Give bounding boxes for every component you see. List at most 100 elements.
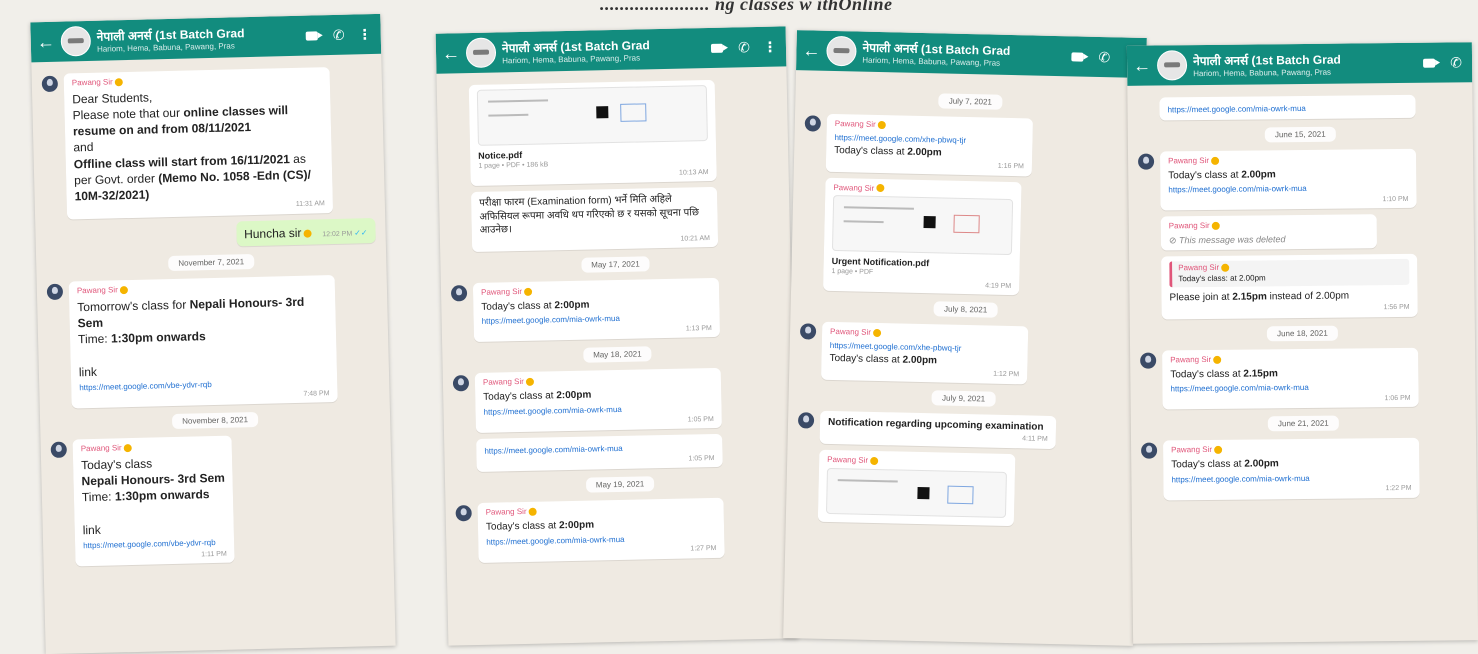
document-message-bubble[interactable]: Pawang Sir Urgent Notification.pdf 1 pag… bbox=[823, 177, 1022, 296]
class-time: 2.00pm bbox=[907, 146, 942, 159]
message-text: Dear Students, bbox=[72, 90, 153, 107]
back-arrow-icon[interactable]: ← bbox=[1133, 56, 1151, 76]
message-text-bold: 1:30pm onwards bbox=[110, 329, 206, 346]
sender-avatar[interactable] bbox=[804, 115, 822, 132]
group-avatar[interactable] bbox=[1156, 50, 1188, 81]
message-bubble[interactable]: Pawang Sir https://meet.google.com/xhe-p… bbox=[821, 322, 1029, 385]
sender-avatar[interactable] bbox=[799, 323, 817, 340]
message-row: Pawang Sir Urgent Notification.pdf 1 pag… bbox=[823, 177, 1134, 298]
sender-name: Pawang Sir bbox=[830, 327, 872, 338]
document-message-bubble[interactable]: Pawang Sir bbox=[817, 449, 1016, 526]
class-time: 2.00pm bbox=[1244, 458, 1279, 470]
message-text: link bbox=[78, 364, 98, 379]
meet-link[interactable]: https://meet.google.com/mia-owrk-mua bbox=[1168, 103, 1408, 116]
chat-header-info[interactable]: नेपाली अनर्स (1st Batch Grad Hariom, Hem… bbox=[862, 39, 1063, 70]
chat-header-info[interactable]: नेपाली अनर्स (1st Batch Grad Hariom, Hem… bbox=[96, 23, 297, 54]
quoted-sender: Pawang Sir bbox=[1178, 263, 1220, 273]
class-time: 2:00pm bbox=[558, 519, 595, 532]
message-list[interactable]: https://meet.google.com/mia-owrk-mua Jun… bbox=[1127, 82, 1476, 512]
sender-avatar[interactable] bbox=[1138, 153, 1155, 170]
sender-avatar[interactable] bbox=[1141, 442, 1158, 460]
sender-avatar[interactable] bbox=[797, 412, 815, 429]
emoji-icon bbox=[303, 229, 312, 238]
message-time: 1:56 PM bbox=[1383, 304, 1410, 312]
back-arrow-icon[interactable]: ← bbox=[802, 40, 820, 60]
message-bubble[interactable]: Pawang Sir https://meet.google.com/xhe-p… bbox=[825, 113, 1033, 177]
emoji-icon bbox=[1213, 446, 1223, 455]
message-bubble[interactable]: Pawang Sir Today's class at 2.15pm https… bbox=[1162, 347, 1419, 410]
voice-call-icon[interactable]: ✆ bbox=[1446, 54, 1466, 70]
message-row: Pawang Sir Today's class at 2:00pm https… bbox=[452, 367, 784, 433]
message-row: https://meet.google.com/mia-owrk-mua bbox=[1159, 94, 1462, 121]
sender-avatar[interactable] bbox=[46, 283, 64, 301]
chat-header-info[interactable]: नेपाली अनर्स (1st Batch Grad Hariom, Hem… bbox=[502, 35, 703, 65]
chat-header-info[interactable]: नेपाली अनर्स (1st Batch Grad Hariom, Hem… bbox=[1193, 50, 1414, 79]
group-avatar[interactable] bbox=[60, 25, 92, 57]
message-text: Please note that our bbox=[72, 105, 181, 123]
message-text-bold: 1:30pm onwards bbox=[114, 487, 210, 504]
message-bubble[interactable]: Pawang Sir Today's class at 2:00pm https… bbox=[472, 277, 721, 343]
back-arrow-icon[interactable]: ← bbox=[442, 43, 460, 63]
video-call-icon[interactable] bbox=[303, 28, 323, 42]
message-bubble[interactable]: Pawang Sir Today's class at 2.00pm https… bbox=[1159, 148, 1417, 211]
quoted-message[interactable]: Pawang Sir Today's class: at 2.00pm bbox=[1169, 259, 1410, 288]
sender-avatar[interactable] bbox=[452, 375, 470, 392]
voice-call-icon[interactable]: ✆ bbox=[1094, 49, 1114, 65]
reply-message-bubble[interactable]: Pawang Sir Today's class: at 2.00pm Plea… bbox=[1161, 254, 1418, 320]
message-text: Today's class bbox=[1168, 169, 1228, 181]
back-arrow-icon[interactable]: ← bbox=[37, 32, 55, 52]
message-list[interactable]: July 7, 2021 Pawang Sir https://meet.goo… bbox=[786, 70, 1146, 540]
message-text: instead of 2.00pm bbox=[1269, 290, 1350, 303]
message-time: 1:10 PM bbox=[1382, 195, 1409, 204]
message-bubble[interactable]: Pawang Sir Today's class at 2:00pm https… bbox=[477, 498, 725, 563]
sender-name: Pawang Sir bbox=[1168, 155, 1210, 166]
message-row: Pawang Sir Today's class at 2.15pm https… bbox=[1140, 347, 1466, 410]
message-bubble[interactable]: https://meet.google.com/mia-owrk-mua bbox=[1159, 94, 1416, 121]
message-list[interactable]: Notice.pdf 1 page • PDF • 186 kB 10:13 A… bbox=[436, 66, 796, 575]
more-options-icon[interactable]: ⋮ bbox=[355, 26, 375, 42]
video-call-icon[interactable] bbox=[1420, 56, 1440, 70]
pdf-preview-thumbnail[interactable] bbox=[476, 85, 708, 146]
message-list[interactable]: Pawang Sir Dear Students, Please note th… bbox=[31, 54, 394, 579]
pdf-preview-thumbnail[interactable] bbox=[825, 467, 1007, 518]
group-avatar[interactable] bbox=[465, 37, 497, 69]
date-separator: July 9, 2021 bbox=[931, 390, 996, 407]
date-separator: November 7, 2021 bbox=[168, 254, 255, 272]
message-row: Pawang Sir https://meet.google.com/xhe-p… bbox=[799, 322, 1130, 387]
date-separator: May 17, 2021 bbox=[581, 256, 650, 273]
document-message-bubble[interactable]: Notice.pdf 1 page • PDF • 186 kB 10:13 A… bbox=[468, 79, 717, 187]
message-time: 12:02 PM bbox=[322, 230, 353, 238]
message-time: 1:06 PM bbox=[1384, 394, 1411, 403]
class-time: 2.15pm bbox=[1232, 291, 1267, 303]
chat-screenshot-2: ← नेपाली अनर्स (1st Batch Grad Hariom, H… bbox=[435, 26, 799, 646]
outgoing-message-bubble[interactable]: Huncha sir 12:02 PM ✓✓ bbox=[235, 217, 376, 247]
chat-screenshot-3: ← नेपाली अनर्स (1st Batch Grad Hariom, H… bbox=[783, 30, 1147, 646]
message-bubble[interactable]: https://meet.google.com/mia-owrk-mua 1:0… bbox=[476, 433, 723, 473]
sender-avatar[interactable] bbox=[455, 505, 472, 522]
message-bubble[interactable]: Pawang Sir Today's class at 2.00pm https… bbox=[1163, 438, 1420, 501]
deleted-message-bubble[interactable]: Pawang Sir ⊘ This message was deleted bbox=[1160, 214, 1378, 251]
message-bubble[interactable]: Pawang Sir Today's class Nepali Honours-… bbox=[72, 435, 235, 567]
emoji-icon bbox=[523, 287, 533, 296]
sender-avatar[interactable] bbox=[1140, 352, 1157, 369]
emoji-icon bbox=[1211, 222, 1220, 231]
voice-call-icon[interactable]: ✆ bbox=[734, 39, 754, 55]
voice-call-icon[interactable]: ✆ bbox=[329, 27, 349, 43]
sender-avatar[interactable] bbox=[50, 441, 67, 459]
message-bubble[interactable]: Pawang Sir Tomorrow's class for Nepali H… bbox=[68, 275, 338, 409]
pdf-preview-thumbnail[interactable] bbox=[831, 195, 1014, 256]
message-bubble[interactable]: Notification regarding upcoming examinat… bbox=[819, 410, 1057, 449]
message-row: Pawang Sir Today's class: at 2.00pm Plea… bbox=[1161, 254, 1465, 320]
video-call-icon[interactable] bbox=[1068, 49, 1088, 63]
sender-avatar[interactable] bbox=[450, 285, 468, 302]
group-avatar[interactable] bbox=[826, 35, 857, 67]
sender-avatar[interactable] bbox=[41, 75, 59, 93]
message-bubble[interactable]: परीक्षा फारम (Examination form) भर्ने मि… bbox=[470, 186, 719, 252]
message-text: Today's class bbox=[1171, 458, 1231, 471]
emoji-icon bbox=[114, 78, 123, 87]
message-bubble[interactable]: Pawang Sir Today's class at 2:00pm https… bbox=[474, 368, 722, 433]
message-bubble[interactable]: Pawang Sir Dear Students, Please note th… bbox=[63, 67, 334, 220]
video-call-icon[interactable] bbox=[708, 41, 728, 55]
message-row: Pawang Sir Dear Students, Please note th… bbox=[41, 66, 375, 220]
more-options-icon[interactable]: ⋮ bbox=[760, 39, 780, 55]
